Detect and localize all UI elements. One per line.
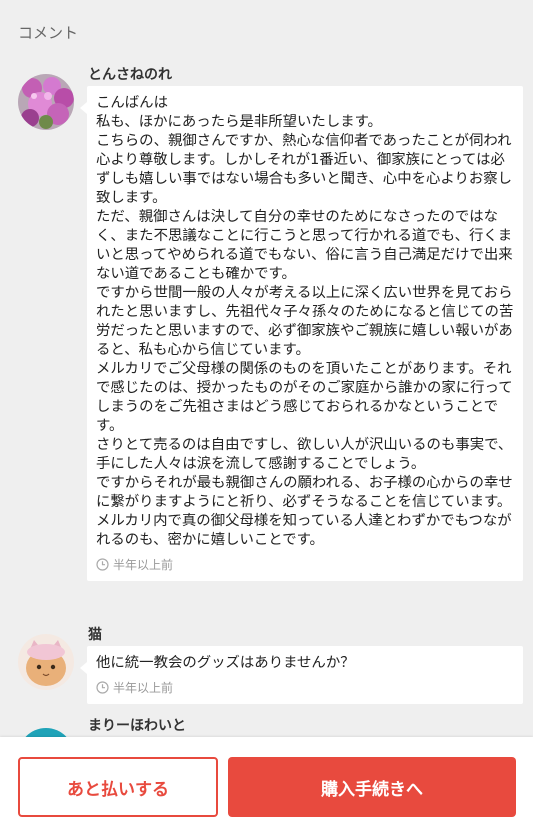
comment-username[interactable]: とんさねのれ [88, 64, 172, 84]
comment-bubble: こんばんは 私も、ほかにあったら是非所望いたします。 こちらの、親御さんですか、… [80, 86, 523, 581]
comments-section-title: コメント [18, 24, 79, 42]
flower-avatar-icon [18, 74, 74, 130]
comment-username[interactable]: まりーほわいと [88, 715, 186, 735]
comment-text: 他に統一教会のグッズはありませんか？ [96, 655, 355, 671]
comment-text: こんばんは 私も、ほかにあったら是非所望いたします。 こちらの、親御さんですか、… [96, 95, 514, 548]
user-avatar[interactable] [18, 634, 74, 690]
timestamp-label: 半年以上前 [113, 681, 174, 695]
pay-later-button[interactable]: あと払いする [18, 757, 218, 817]
comment-username[interactable]: 猫 [88, 624, 102, 644]
purchase-footer: あと払いする 購入手続きへ [0, 737, 533, 831]
comment-timestamp: 半年以上前 [96, 556, 514, 573]
user-avatar[interactable] [18, 74, 74, 130]
comment-bubble: 他に統一教会のグッズはありませんか？ 半年以上前 [80, 646, 523, 704]
purchase-button[interactable]: 購入手続きへ [228, 757, 516, 817]
cat-avatar-icon [18, 634, 74, 690]
clock-icon [96, 681, 109, 694]
clock-icon [96, 558, 109, 571]
comment-timestamp: 半年以上前 [96, 679, 514, 696]
timestamp-label: 半年以上前 [113, 558, 174, 572]
